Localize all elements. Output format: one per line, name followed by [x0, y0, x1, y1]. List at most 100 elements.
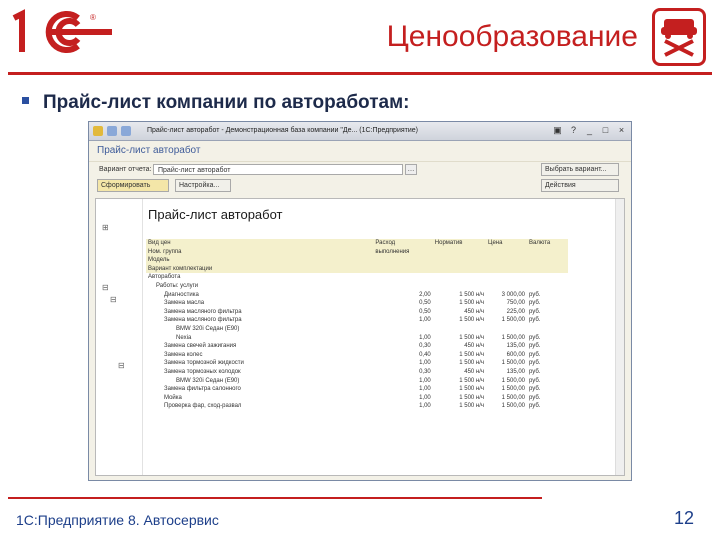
row-norm-cell: [433, 325, 486, 334]
close-icon[interactable]: ×: [616, 125, 627, 136]
window-titlebar: Прайс-лист авторабот - Демонстрационная …: [89, 122, 631, 141]
expand-icon[interactable]: ⊞: [102, 223, 109, 232]
table-row[interactable]: BMW 320i Седан (E90): [146, 325, 568, 334]
row-norm-cell: 1 500 н/ч: [459, 317, 485, 324]
table-row[interactable]: Диагностика 2,00 1 500 н/ч 3 000,00 руб.: [146, 291, 568, 300]
table-header-row: Ном. группа выполнения: [146, 247, 568, 257]
row-qty-cell: 0,50: [419, 300, 431, 307]
grouping-gutter: ⊞ ⊟ ⊟ ⊟: [96, 199, 143, 475]
row-price-cell: 225,00: [506, 308, 525, 315]
row-norm-cell: 1 500 н/ч: [459, 351, 485, 358]
header-cell: Валюта: [527, 239, 568, 248]
table-row[interactable]: Замена тормозной жидкости 1,00 1 500 н/ч 1 …: [146, 359, 568, 368]
row-currency-cell: руб.: [529, 386, 541, 393]
row-currency-cell: руб.: [529, 308, 541, 315]
row-qty-cell: [373, 325, 432, 334]
vertical-scrollbar[interactable]: [615, 199, 624, 475]
row-norm-cell: 1 500 н/ч: [459, 403, 485, 410]
bullet-item: Прайс-лист компании по автоработам:: [22, 92, 409, 114]
row-currency-cell: руб.: [529, 351, 541, 358]
slide-title: Ценообразование: [386, 20, 638, 53]
row-name-cell: Замена тормозных колодок: [164, 368, 241, 375]
table-header-row: Авторабота: [146, 273, 568, 282]
row-qty-cell: 2,00: [419, 291, 431, 298]
car-service-icon: [652, 8, 706, 66]
table-row[interactable]: Проверка фар, сход-развал 1,00 1 500 н/ч 1 …: [146, 402, 568, 411]
table-row[interactable]: BMW 320i Седан (E90) 1,00 1 500 н/ч 1 500,0…: [146, 377, 568, 386]
row-norm-cell: [433, 282, 486, 291]
table-row[interactable]: Замена масляного фильтра 1,00 1 500 н/ч 1 5…: [146, 316, 568, 325]
row-currency-cell: руб.: [529, 300, 541, 307]
row-price-cell: 1 500,00: [501, 334, 525, 341]
row-name-cell: Мойка: [164, 394, 182, 401]
row-norm-cell: 1 500 н/ч: [459, 300, 485, 307]
row-qty-cell: 1,00: [419, 403, 431, 410]
row-qty-cell: 1,00: [419, 386, 431, 393]
row-price-cell: 1 500,00: [501, 403, 525, 410]
row-name-cell: Диагностика: [164, 291, 199, 298]
table-row[interactable]: Nexia 1,00 1 500 н/ч 1 500,00 руб.: [146, 334, 568, 343]
report-title: Прайс-лист авторабот: [148, 207, 283, 222]
table-header-row: Вид цен Расход Норматив Цена Валюта: [146, 239, 568, 248]
row-qty-cell: 1,00: [419, 360, 431, 367]
row-name-cell: Замена фильтра салонного: [164, 386, 241, 393]
row-qty-cell: 1,00: [419, 317, 431, 324]
expand-icon[interactable]: ⊟: [118, 361, 125, 370]
table-header-row: Вариант комплектации: [146, 264, 568, 274]
expand-icon[interactable]: ⊟: [102, 283, 109, 292]
row-price-cell: 1 500,00: [501, 360, 525, 367]
header-cell: Ном. группа: [146, 247, 374, 257]
row-price-cell: 135,00: [506, 343, 525, 350]
row-price-cell: 1 500,00: [501, 377, 525, 384]
table-header-row: Модель: [146, 256, 568, 265]
table-row[interactable]: Мойка 1,00 1 500 н/ч 1 500,00 руб.: [146, 394, 568, 403]
variant-select-button[interactable]: …: [405, 164, 417, 175]
row-price-cell: 135,00: [506, 368, 525, 375]
row-currency-cell: [527, 282, 568, 291]
row-name-cell: BMW 320i Седан (E90): [176, 325, 240, 332]
row-currency-cell: руб.: [529, 291, 541, 298]
svg-text:®: ®: [90, 13, 96, 22]
row-name-cell: Замена масляного фильтра: [164, 317, 242, 324]
row-qty-cell: 0,40: [419, 351, 431, 358]
row-norm-cell: 450 н/ч: [464, 343, 485, 350]
row-qty-cell: 1,00: [419, 377, 431, 384]
header-cell: Норматив: [432, 239, 487, 248]
help-icon[interactable]: ?: [568, 125, 579, 136]
row-price-cell: 1 500,00: [501, 386, 525, 393]
minimize-icon[interactable]: _: [584, 125, 595, 136]
row-currency-cell: [527, 325, 568, 334]
expand-icon[interactable]: ⊟: [110, 295, 117, 304]
table-row[interactable]: Замена тормозных колодок 0,30 450 н/ч 135,0…: [146, 368, 568, 377]
report-area: ⊞ ⊟ ⊟ ⊟ Прайс-лист авторабот Вид цен Рас…: [95, 198, 625, 476]
variant-field[interactable]: Прайс-лист авторабот: [153, 164, 403, 175]
row-currency-cell: руб.: [529, 403, 541, 410]
table-row[interactable]: Замена масла 0,50 1 500 н/ч 750,00 руб.: [146, 299, 568, 308]
select-variant-button[interactable]: Выбрать вариант...: [541, 163, 619, 176]
actions-button[interactable]: Действия: [541, 179, 619, 192]
row-price-cell: 750,00: [506, 300, 525, 307]
row-price-cell: 600,00: [506, 351, 525, 358]
header-cell: Модель: [146, 256, 374, 265]
row-currency-cell: руб.: [529, 368, 541, 375]
table-row[interactable]: Замена колес 0,40 1 500 н/ч 600,00 руб.: [146, 351, 568, 360]
table-row[interactable]: Замена свечей зажигания 0,30 450 н/ч 135,00…: [146, 342, 568, 351]
variant-row: Вариант отчета: Прайс-лист авторабот … В…: [89, 162, 631, 178]
report-window: Прайс-лист авторабот - Демонстрационная …: [88, 121, 632, 481]
forward-icon[interactable]: [121, 126, 131, 136]
save-icon[interactable]: ▣: [552, 125, 563, 136]
row-qty-cell: 1,00: [419, 334, 431, 341]
row-price-cell: [486, 282, 527, 291]
table-row[interactable]: Замена фильтра салонного 1,00 1 500 н/ч 1 5…: [146, 385, 568, 394]
table-row[interactable]: Работы: услуги: [146, 282, 568, 291]
generate-button[interactable]: Сформировать: [97, 179, 169, 192]
row-price-cell: [486, 325, 527, 334]
table-row[interactable]: Замена масляного фильтра 0,50 450 н/ч 225,0…: [146, 308, 568, 317]
header-cell: Авторабота: [148, 274, 181, 281]
settings-button[interactable]: Настройка...: [175, 179, 231, 192]
back-icon[interactable]: [107, 126, 117, 136]
row-norm-cell: 1 500 н/ч: [459, 394, 485, 401]
1c-logo: ®: [12, 9, 112, 53]
row-name-cell: Замена масляного фильтра: [164, 308, 242, 315]
maximize-icon[interactable]: □: [600, 125, 611, 136]
